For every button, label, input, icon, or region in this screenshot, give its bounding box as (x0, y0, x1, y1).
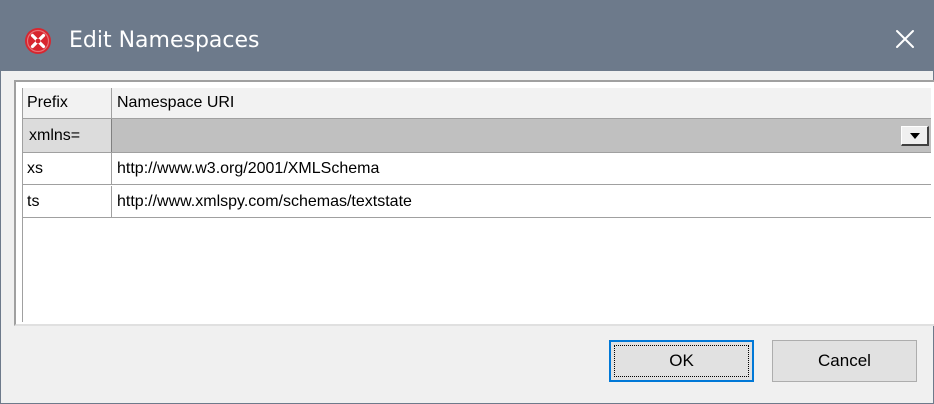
default-namespace-row[interactable]: xmlns= (23, 119, 931, 153)
namespace-uri-cell[interactable]: http://www.w3.org/2001/XMLSchema (112, 153, 931, 184)
close-icon (895, 29, 915, 54)
namespace-uri-cell[interactable]: http://www.xmlspy.com/schemas/textstate (112, 186, 931, 217)
prefix-cell[interactable]: ts (23, 186, 112, 217)
namespace-table: Prefix Namespace URI xmlns= xs http://ww… (22, 88, 932, 322)
dialog-title: Edit Namespaces (69, 28, 260, 53)
app-logo-icon (25, 28, 51, 54)
cancel-button-label: Cancel (818, 351, 871, 370)
namespace-grid: Prefix Namespace URI xmlns= xs http://ww… (14, 80, 934, 326)
focus-rectangle (614, 345, 749, 377)
header-prefix: Prefix (23, 88, 112, 118)
prefix-cell[interactable]: xs (23, 153, 112, 184)
close-button[interactable] (885, 21, 925, 61)
cancel-button[interactable]: Cancel (772, 340, 917, 382)
edit-namespaces-dialog: Edit Namespaces Prefix Namespace URI xml… (0, 0, 934, 404)
table-row[interactable]: xs http://www.w3.org/2001/XMLSchema (23, 153, 931, 185)
title-bar[interactable]: Edit Namespaces (1, 1, 933, 71)
table-row[interactable]: ts http://www.xmlspy.com/schemas/textsta… (23, 186, 931, 218)
default-namespace-uri-cell[interactable] (112, 119, 931, 152)
dropdown-arrow-icon (909, 127, 921, 145)
xmlns-prefix-cell: xmlns= (23, 119, 112, 152)
namespace-dropdown-button[interactable] (901, 126, 929, 146)
ok-button[interactable]: OK (609, 340, 754, 382)
header-namespace-uri: Namespace URI (117, 94, 235, 111)
table-header-row: Prefix Namespace URI (23, 88, 931, 119)
